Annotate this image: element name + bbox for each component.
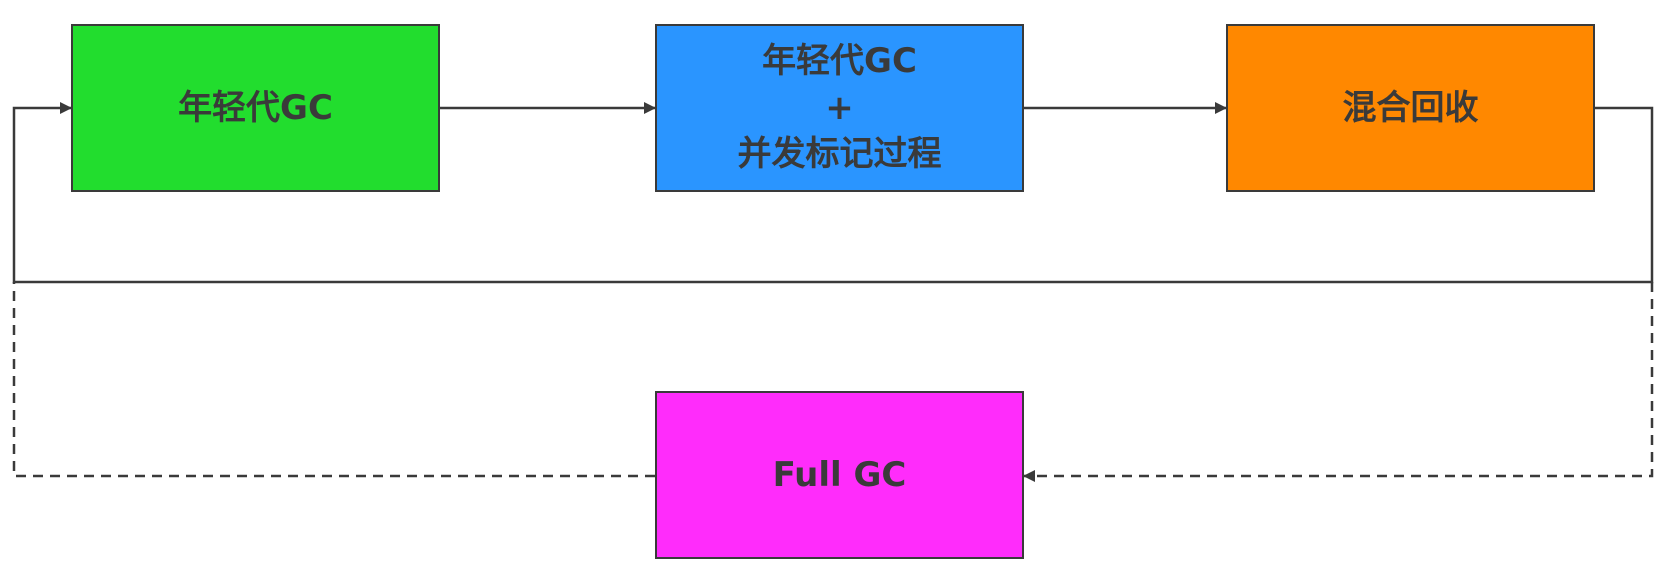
- edge-full-gc-to-young: [12, 282, 655, 478]
- node-concurrent-mark-line-1: 年轻代GC: [762, 40, 917, 81]
- node-mixed-gc: 混合回收: [1226, 24, 1595, 192]
- node-young-gc-concurrent-mark: 年轻代GC + 并发标记过程: [655, 24, 1024, 192]
- node-young-gc: 年轻代GC: [71, 24, 440, 192]
- edge-mixed-to-full-gc: [1023, 282, 1654, 482]
- gc-cycle-diagram: 年轻代GC 年轻代GC + 并发标记过程 混合回收 Full GC: [0, 0, 1664, 567]
- node-full-gc-label: Full GC: [772, 454, 907, 495]
- node-concurrent-mark-plus: +: [825, 87, 854, 128]
- node-full-gc: Full GC: [655, 391, 1024, 559]
- node-concurrent-mark-line-3: 并发标记过程: [737, 134, 942, 175]
- node-young-gc-label: 年轻代GC: [178, 87, 333, 128]
- node-mixed-gc-label: 混合回收: [1342, 87, 1479, 128]
